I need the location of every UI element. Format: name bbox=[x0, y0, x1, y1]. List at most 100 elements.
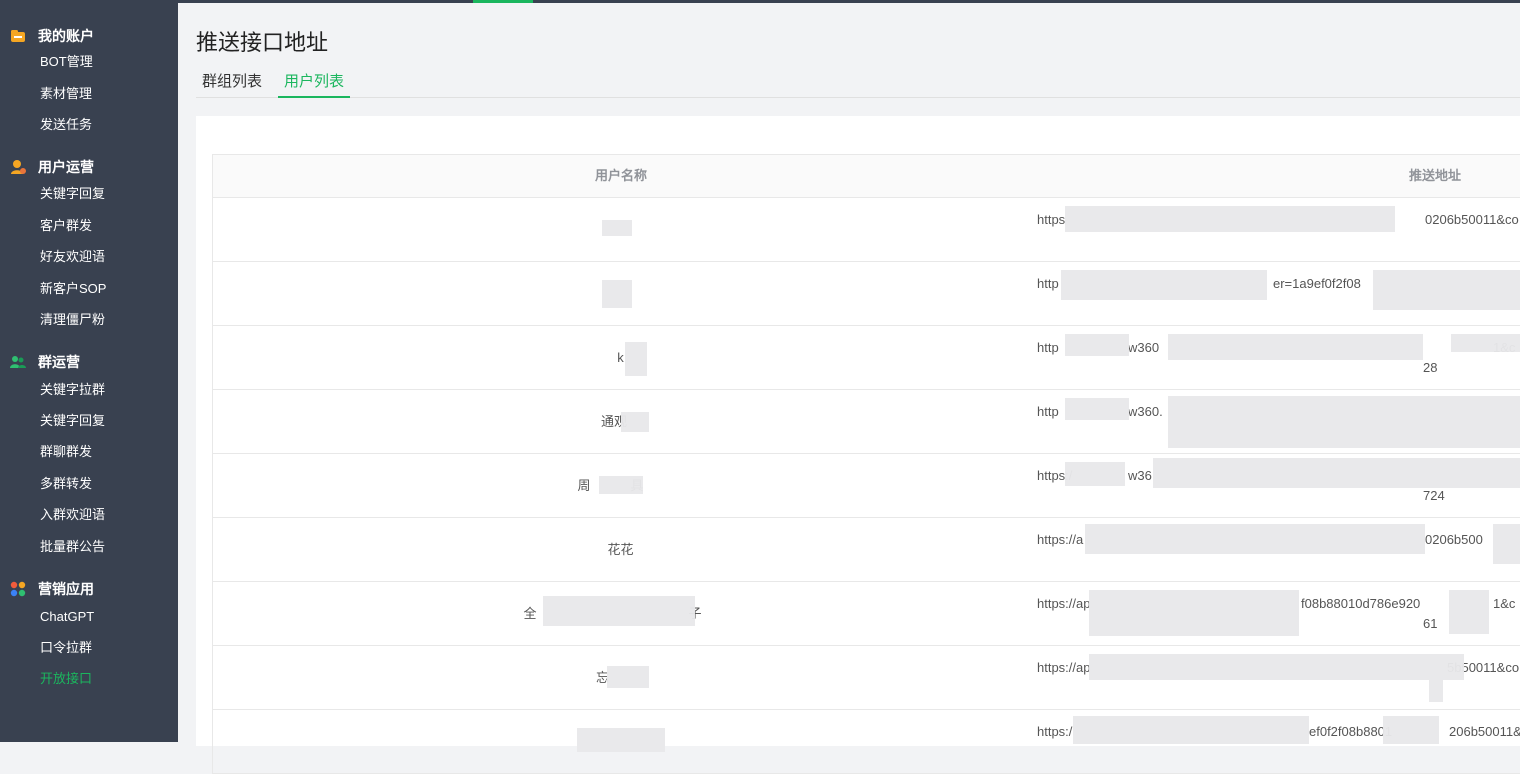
redaction-mask bbox=[602, 280, 632, 308]
sidebar-item-group-keyword-reply[interactable]: 关键字回复 bbox=[40, 412, 105, 430]
url-text-suffix: 0206b500 bbox=[1425, 532, 1483, 547]
sidebar-item-customer-broadcast[interactable]: 客户群发 bbox=[40, 217, 92, 235]
url-text: https:/ bbox=[1037, 724, 1073, 739]
user-name-cell: 花花 bbox=[607, 542, 634, 557]
url-text: https://ap bbox=[1037, 660, 1091, 675]
sidebar-item-keyword-join-group[interactable]: 关键字拉群 bbox=[40, 381, 105, 399]
table-row[interactable]: http er=1a9ef0f2f08 bbox=[213, 262, 1520, 326]
redaction-mask bbox=[1085, 524, 1425, 554]
sidebar-item-join-welcome[interactable]: 入群欢迎语 bbox=[40, 506, 105, 524]
redaction-mask bbox=[1493, 524, 1520, 564]
table-row[interactable]: 花花 https://a 0206b500 bbox=[213, 518, 1520, 582]
url-text: http bbox=[1037, 276, 1059, 291]
sidebar-group-label: 我的账户 bbox=[38, 28, 94, 44]
sidebar-group-group-ops: 群运营 bbox=[10, 353, 80, 371]
url-text-suffix: ef0f2f08b8801 bbox=[1309, 724, 1393, 739]
sidebar-group-label: 营销应用 bbox=[38, 581, 94, 597]
user-name-cell: k bbox=[617, 350, 624, 365]
table-row[interactable]: k httpw3601&c28 bbox=[213, 326, 1520, 390]
redaction-mask bbox=[1168, 334, 1423, 360]
table-row[interactable]: https:/ ef0f2f08b8801 206b50011&co bbox=[213, 710, 1520, 774]
redaction-mask bbox=[1153, 458, 1520, 488]
sidebar-item-open-api[interactable]: 开放接口 bbox=[40, 670, 92, 688]
redaction-mask bbox=[599, 476, 643, 494]
table-row[interactable]: 通观 http w360. bbox=[213, 390, 1520, 454]
apps-icon bbox=[10, 581, 26, 597]
table-row[interactable]: https 0206b50011&co bbox=[213, 198, 1520, 262]
user-name-text: 全 bbox=[523, 606, 537, 621]
url-text: https bbox=[1037, 212, 1066, 227]
redaction-mask bbox=[1073, 716, 1309, 744]
url-text-suffix: w360. bbox=[1128, 404, 1163, 419]
url-text-suffix: er=1a9ef0f2f08 bbox=[1273, 276, 1361, 291]
url-text: https://ap bbox=[1037, 596, 1091, 611]
user-table: 用户名称 推送地址 https 0206b50011&co http er=1a9e… bbox=[212, 154, 1520, 774]
user-icon bbox=[10, 159, 26, 175]
url-text-tail: 206b50011&co bbox=[1449, 724, 1520, 739]
url-text-suffix: 0206b50011&co bbox=[1425, 212, 1519, 227]
redaction-mask bbox=[1089, 654, 1464, 680]
redaction-mask bbox=[607, 666, 649, 688]
sidebar-item-send-tasks[interactable]: 发送任务 bbox=[40, 116, 92, 134]
url-text-tail: 1&c bbox=[1493, 596, 1516, 611]
tab-group-list[interactable]: 群组列表 bbox=[202, 71, 262, 98]
sidebar-item-batch-announcement[interactable]: 批量群公告 bbox=[40, 538, 105, 556]
redaction-mask bbox=[602, 220, 632, 236]
url-text-line2: 28 bbox=[1423, 360, 1438, 375]
table-row[interactable]: 周具 https:/w36724 bbox=[213, 454, 1520, 518]
column-header-name: 用户名称 bbox=[595, 168, 648, 183]
sidebar-item-multi-forward[interactable]: 多群转发 bbox=[40, 475, 92, 493]
url-text-suffix: f08b88010d786e920 bbox=[1301, 596, 1421, 611]
url-text: http bbox=[1037, 340, 1059, 355]
user-name-cell: 忘 bbox=[595, 670, 609, 685]
sidebar-item-keyword-reply[interactable]: 关键字回复 bbox=[40, 185, 105, 203]
sidebar-group-account: 我的账户 bbox=[10, 27, 94, 45]
sidebar-item-friend-welcome[interactable]: 好友欢迎语 bbox=[40, 248, 105, 266]
tab-user-list[interactable]: 用户列表 bbox=[278, 71, 351, 98]
sidebar-group-user-ops: 用户运营 bbox=[10, 158, 94, 176]
sidebar-item-new-customer-sop[interactable]: 新客户SOP bbox=[40, 280, 106, 298]
sidebar-item-chatgpt[interactable]: ChatGPT bbox=[40, 608, 94, 626]
url-text: https://a bbox=[1037, 532, 1084, 547]
table-row[interactable]: 忘 https://ap 5b50011&co bbox=[213, 646, 1520, 710]
redaction-mask bbox=[1451, 334, 1520, 352]
table-row[interactable]: 全子 https://ap f08b88010d786e920 1&c 61 bbox=[213, 582, 1520, 646]
table-header: 用户名称 推送地址 bbox=[213, 155, 1520, 198]
redaction-mask bbox=[625, 342, 647, 376]
sidebar-group-label: 用户运营 bbox=[38, 159, 94, 175]
sidebar-item-materials[interactable]: 素材管理 bbox=[40, 85, 92, 103]
url-text-line2: 724 bbox=[1423, 488, 1445, 503]
url-text-suffix: w36 bbox=[1128, 468, 1152, 483]
column-header-url: 推送地址 bbox=[1409, 168, 1462, 183]
group-icon bbox=[10, 354, 26, 370]
url-text-suffix: w360 bbox=[1128, 340, 1160, 355]
main-content: 推送接口地址 群组列表 用户列表 用户名称 推送地址 https 0206b500… bbox=[178, 3, 1520, 774]
sidebar-group-marketing: 营销应用 bbox=[10, 580, 94, 598]
sidebar: 我的账户 BOT管理 素材管理 发送任务 用户运营 关键字回复 客户群发 好友欢… bbox=[0, 3, 178, 742]
redaction-mask bbox=[1065, 334, 1129, 356]
redaction-mask bbox=[1168, 396, 1520, 448]
tab-bar: 群组列表 用户列表 bbox=[196, 71, 1520, 98]
redaction-mask bbox=[1429, 676, 1443, 702]
redaction-mask bbox=[1061, 270, 1267, 300]
redaction-mask bbox=[1383, 716, 1439, 744]
redaction-mask bbox=[621, 412, 649, 432]
redaction-mask bbox=[543, 596, 695, 626]
url-text: http bbox=[1037, 404, 1059, 419]
user-name-cell: 通观 bbox=[600, 414, 627, 429]
sidebar-item-bot[interactable]: BOT管理 bbox=[40, 53, 93, 71]
sidebar-item-password-join[interactable]: 口令拉群 bbox=[40, 639, 92, 657]
redaction-mask bbox=[1065, 462, 1125, 486]
sidebar-item-clean-zombie[interactable]: 清理僵尸粉 bbox=[40, 311, 105, 329]
sidebar-item-group-broadcast[interactable]: 群聊群发 bbox=[40, 443, 92, 461]
table-card: 用户名称 推送地址 https 0206b50011&co http er=1a9e… bbox=[196, 116, 1520, 774]
redaction-mask bbox=[577, 728, 665, 752]
page-title: 推送接口地址 bbox=[196, 30, 329, 55]
user-name-text: 周 bbox=[577, 478, 591, 493]
redaction-mask bbox=[1089, 590, 1299, 636]
redaction-mask bbox=[1065, 206, 1395, 232]
folder-icon bbox=[10, 28, 26, 44]
redaction-mask bbox=[1373, 270, 1520, 310]
redaction-mask bbox=[1065, 398, 1129, 420]
sidebar-group-label: 群运营 bbox=[38, 354, 80, 370]
